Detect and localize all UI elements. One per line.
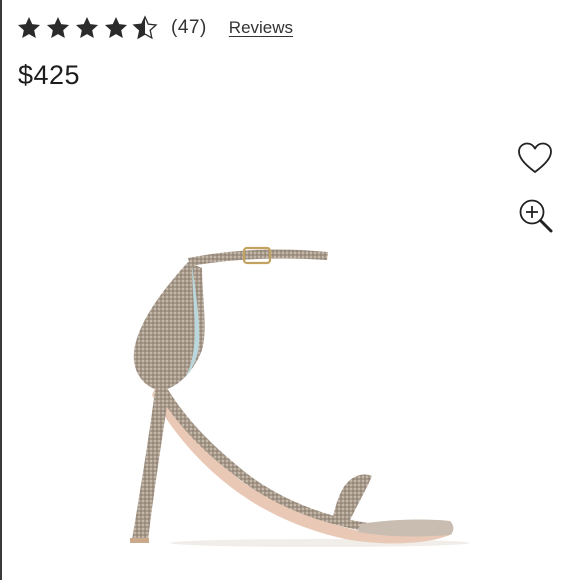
product-price: $425 [18,60,81,90]
rating-row: (47) Reviews [16,12,293,44]
zoom-button[interactable] [517,197,555,235]
star-half-icon [132,15,158,41]
heart-outline-icon [518,142,552,173]
star-full-icon [74,15,100,41]
review-count: (47) [171,17,207,38]
wishlist-button[interactable] [517,141,553,177]
product-image[interactable] [110,240,480,560]
reviews-link[interactable]: Reviews [229,18,293,38]
sandal-illustration [130,246,470,547]
star-full-icon [16,15,42,41]
star-full-icon [103,15,129,41]
zoom-in-icon [519,199,553,233]
page-left-border [0,0,2,580]
star-full-icon [45,15,71,41]
star-rating [16,15,161,41]
